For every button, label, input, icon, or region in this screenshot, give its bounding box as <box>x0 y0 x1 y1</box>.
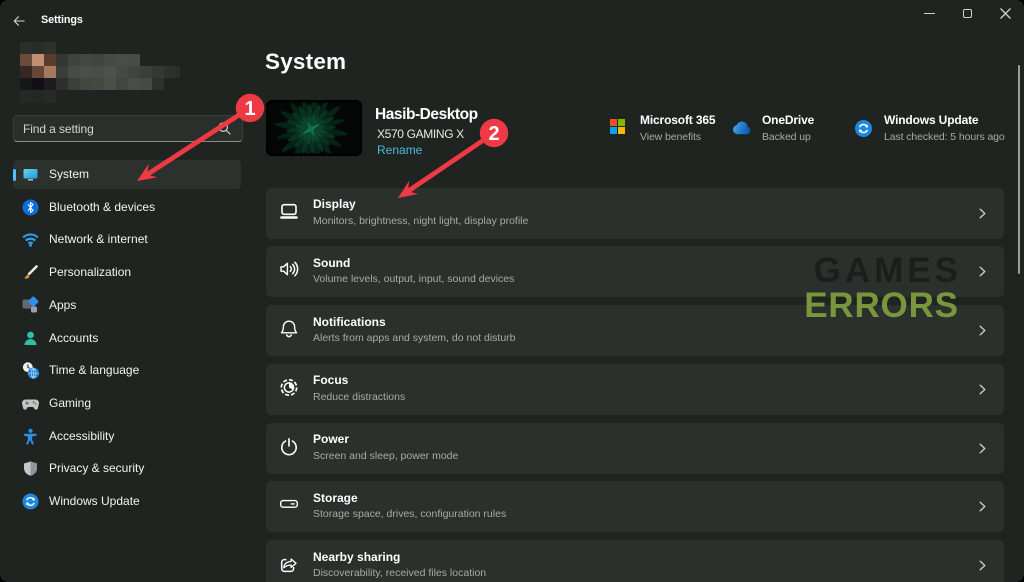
svg-text:1: 1 <box>244 98 255 120</box>
svg-text:2: 2 <box>488 123 499 145</box>
